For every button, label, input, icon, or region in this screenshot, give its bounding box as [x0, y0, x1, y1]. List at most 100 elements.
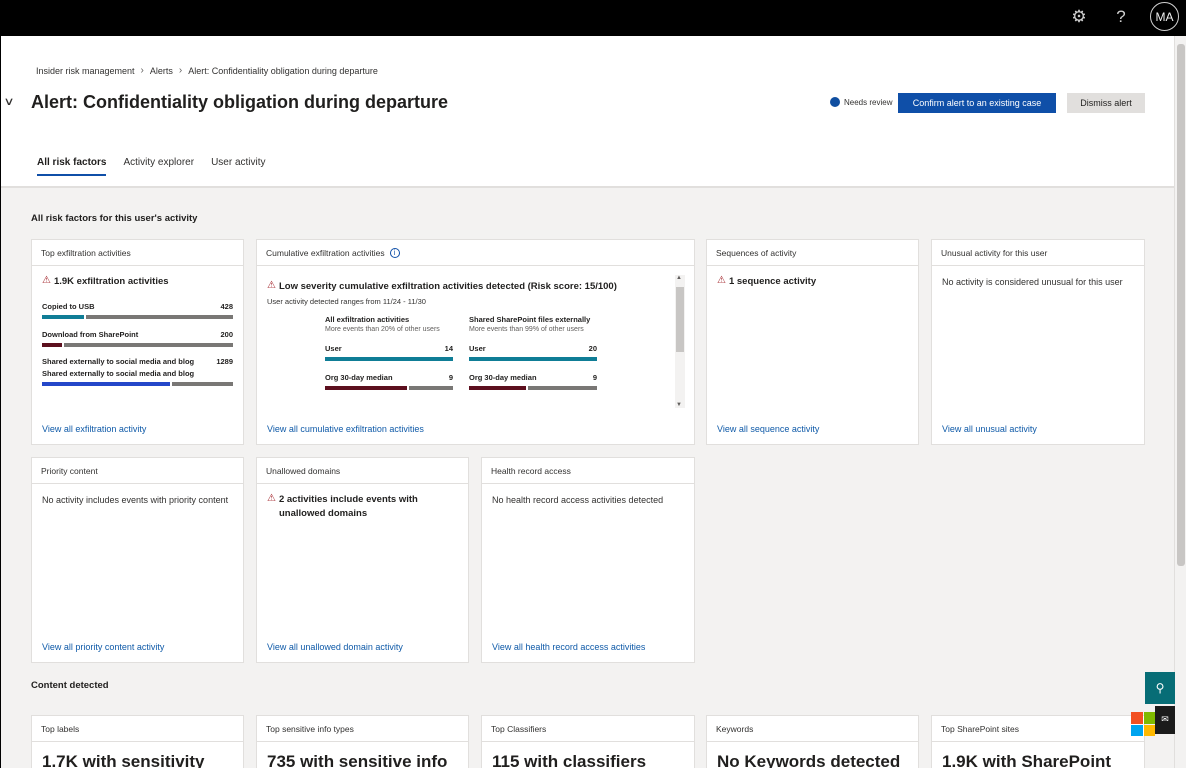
view-sequence-link[interactable]: View all sequence activity	[717, 424, 819, 434]
view-exfiltration-link[interactable]: View all exfiltration activity	[42, 424, 146, 434]
top-exfiltration-card: Top exfiltration activities ⚠ 1.9K exfil…	[31, 239, 244, 445]
column-subtitle: More events than 20% of other users	[325, 326, 440, 333]
list-item: Shared externally to social media and bl…	[42, 369, 233, 386]
page-scroll-thumb[interactable]	[1177, 44, 1185, 566]
chat-button[interactable]: ✉	[1155, 706, 1175, 734]
scroll-up-icon[interactable]: ▲	[676, 275, 682, 281]
cumulative-scroll-area[interactable]: ⚠ Low severity cumulative exfiltration a…	[263, 275, 685, 408]
list-item: Download from SharePoint 200	[42, 330, 233, 347]
sequences-card: Sequences of activity ⚠ 1 sequence activ…	[706, 239, 919, 445]
scroll-down-icon[interactable]: ▼	[676, 402, 682, 408]
card-title: Unallowed domains	[257, 458, 468, 484]
chat-icon: ✉	[1161, 715, 1169, 725]
view-unallowed-link[interactable]: View all unallowed domain activity	[267, 642, 403, 652]
page-header: Insider risk management › Alerts › Alert…	[1, 36, 1174, 188]
tab-user-activity[interactable]: User activity	[211, 157, 265, 176]
breadcrumb: Insider risk management › Alerts › Alert…	[36, 65, 378, 76]
page-scrollbar[interactable]	[1174, 36, 1186, 768]
microsoft-logo	[1131, 712, 1155, 736]
help-button[interactable]: ⚲	[1145, 672, 1175, 704]
row-value: 1289	[216, 357, 233, 366]
tab-all-risk-factors[interactable]: All risk factors	[37, 157, 107, 176]
card-text: No activity is considered unusual for th…	[942, 277, 1123, 287]
lightbulb-icon: ⚲	[1155, 681, 1165, 695]
card-title: Keywords	[707, 716, 918, 742]
status-dot-icon	[830, 97, 840, 107]
dismiss-alert-button[interactable]: Dismiss alert	[1067, 93, 1145, 113]
headline-text: 2 activities include events with unallow…	[278, 494, 418, 519]
row-value: 14	[444, 344, 453, 353]
view-health-link[interactable]: View all health record access activities	[492, 642, 645, 652]
confirm-alert-button[interactable]: Confirm alert to an existing case	[898, 93, 1056, 113]
headline-text: 1 sequence activity	[728, 276, 817, 287]
list-item: Copied to USB 428	[42, 302, 233, 319]
breadcrumb-item-current: Alert: Confidentiality obligation during…	[188, 65, 378, 76]
gear-icon[interactable]: ⚙	[1066, 6, 1092, 28]
question-icon[interactable]: ?	[1108, 6, 1134, 28]
card-title: Top Classifiers	[482, 716, 694, 742]
scrollbar[interactable]: ▲ ▼	[675, 275, 685, 408]
card-title: Unusual activity for this user	[932, 240, 1144, 266]
view-cumulative-link[interactable]: View all cumulative exfiltration activit…	[267, 424, 424, 434]
card-value: 735 with sensitive info	[267, 752, 448, 768]
card-value: No Keywords detected	[717, 752, 901, 768]
row-label: Shared externally to social media and bl…	[42, 357, 195, 366]
card-headline: ⚠ 2 activities include events with unall…	[267, 493, 458, 521]
card-title: Sequences of activity	[707, 240, 918, 266]
chevron-down-icon[interactable]: ∨	[3, 95, 14, 108]
row-label: Shared externally to social media and bl…	[42, 369, 195, 378]
tab-activity-explorer[interactable]: Activity explorer	[123, 157, 194, 176]
row-value: 428	[220, 302, 233, 311]
card-title: Cumulative exfiltration activities	[266, 247, 385, 258]
row-value: 9	[592, 373, 597, 382]
column-title: Shared SharePoint files externally	[469, 315, 591, 324]
card-headline: ⚠ Low severity cumulative exfiltration a…	[267, 280, 667, 294]
bar	[325, 386, 453, 390]
card-headline: ⚠ 1 sequence activity	[717, 275, 908, 289]
cumulative-exfiltration-card: Cumulative exfiltration activities i ⚠ L…	[256, 239, 695, 445]
row-value: 20	[588, 344, 597, 353]
breadcrumb-item-alerts[interactable]: Alerts	[150, 66, 173, 76]
row-label: Org 30-day median	[469, 373, 537, 382]
card-title: Priority content	[32, 458, 243, 484]
card-value: 115 with classifiers	[492, 752, 647, 768]
health-record-card: Health record access No health record ac…	[481, 457, 695, 663]
unallowed-domains-card: Unallowed domains ⚠ 2 activities include…	[256, 457, 469, 663]
row-label: User	[469, 344, 486, 353]
avatar[interactable]: MA	[1150, 2, 1179, 31]
column-title: All exfiltration activities	[325, 315, 410, 324]
list-item: Shared externally to social media and bl…	[42, 357, 233, 366]
card-value: 1.7K with sensitivity	[42, 752, 205, 768]
info-icon[interactable]: i	[389, 247, 400, 258]
chevron-right-icon: ›	[178, 65, 183, 76]
top-sharepoint-sites-card: Top SharePoint sites 1.9K with SharePoin…	[931, 715, 1145, 768]
breadcrumb-item-insider-risk[interactable]: Insider risk management	[36, 66, 135, 76]
card-title: Top SharePoint sites	[932, 716, 1144, 742]
warning-icon: ⚠	[267, 493, 276, 504]
tab-bar: All risk factors Activity explorer User …	[37, 157, 266, 176]
bar	[325, 357, 453, 361]
bar	[469, 357, 597, 361]
card-headline: ⚠ 1.9K exfiltration activities	[42, 275, 233, 289]
headline-text: 1.9K exfiltration activities	[53, 276, 169, 287]
view-unusual-link[interactable]: View all unusual activity	[942, 424, 1037, 434]
bar	[42, 382, 233, 386]
date-range-text: User activity detected ranges from 11/24…	[267, 297, 426, 306]
card-text: No activity includes events with priorit…	[42, 495, 229, 505]
card-title: Top exfiltration activities	[32, 240, 243, 266]
row-value: 200	[220, 330, 233, 339]
row-value: 9	[448, 373, 453, 382]
scroll-thumb[interactable]	[676, 287, 684, 352]
bar	[42, 343, 233, 347]
row-label: Copied to USB	[42, 302, 95, 311]
bar	[469, 386, 597, 390]
card-header: Cumulative exfiltration activities i	[257, 240, 694, 266]
top-bar: ⚙ ? MA	[0, 0, 1186, 36]
card-value: 1.9K with SharePoint	[942, 752, 1112, 768]
row-label: Org 30-day median	[325, 373, 393, 382]
top-labels-card: Top labels 1.7K with sensitivity	[31, 715, 244, 768]
row-label: Download from SharePoint	[42, 330, 139, 339]
view-priority-link[interactable]: View all priority content activity	[42, 642, 164, 652]
risk-section-title: All risk factors for this user's activit…	[31, 213, 198, 224]
column-subtitle: More events than 99% of other users	[469, 326, 584, 333]
